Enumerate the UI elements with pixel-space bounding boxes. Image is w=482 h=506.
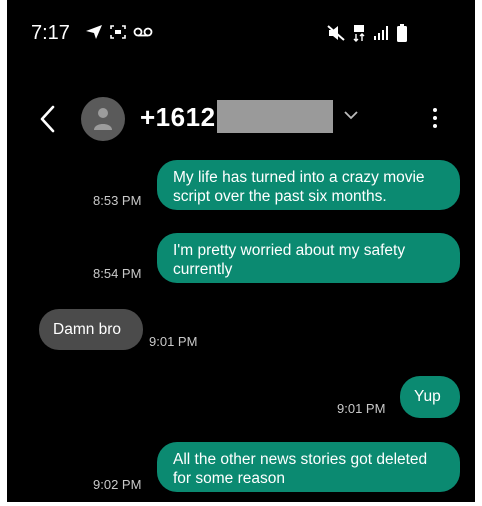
more-options-icon[interactable] — [427, 105, 443, 135]
message-time: 8:53 PM — [93, 193, 142, 208]
person-icon — [94, 108, 112, 130]
back-button[interactable] — [35, 102, 63, 136]
screenshot-icon — [110, 25, 126, 39]
mute-icon — [327, 25, 345, 41]
contact-name[interactable]: +1612 — [140, 102, 216, 133]
message-bubble[interactable]: I'm pretty worried about my safety curre… — [157, 233, 460, 283]
data-icon — [353, 25, 365, 42]
redacted-number — [217, 100, 333, 133]
status-bar: 7:17 — [7, 0, 475, 70]
message-bubble[interactable]: My life has turned into a crazy movie sc… — [157, 160, 460, 210]
messaging-screen: 7:17 +1612 8:53 PM My life has turned in… — [7, 0, 475, 502]
message-bubble[interactable]: Yup — [400, 376, 460, 418]
message-bubble[interactable]: All the other news stories got deleted f… — [157, 442, 460, 492]
battery-icon — [397, 24, 407, 42]
message-time: 9:01 PM — [337, 401, 386, 416]
voicemail-icon — [133, 27, 153, 37]
chevron-down-icon[interactable] — [343, 110, 359, 120]
back-icon — [40, 105, 55, 133]
status-icons-left — [85, 24, 153, 40]
message-time: 9:02 PM — [93, 477, 142, 492]
send-arrow-icon — [86, 25, 102, 39]
status-time: 7:17 — [31, 22, 70, 44]
message-bubble[interactable]: Damn bro — [39, 309, 143, 350]
status-icons-right — [327, 24, 407, 42]
conversation-header: +1612 — [7, 92, 475, 146]
contact-avatar[interactable] — [81, 97, 125, 141]
message-time: 9:01 PM — [149, 334, 198, 349]
message-time: 8:54 PM — [93, 266, 142, 281]
signal-icon — [374, 26, 388, 40]
